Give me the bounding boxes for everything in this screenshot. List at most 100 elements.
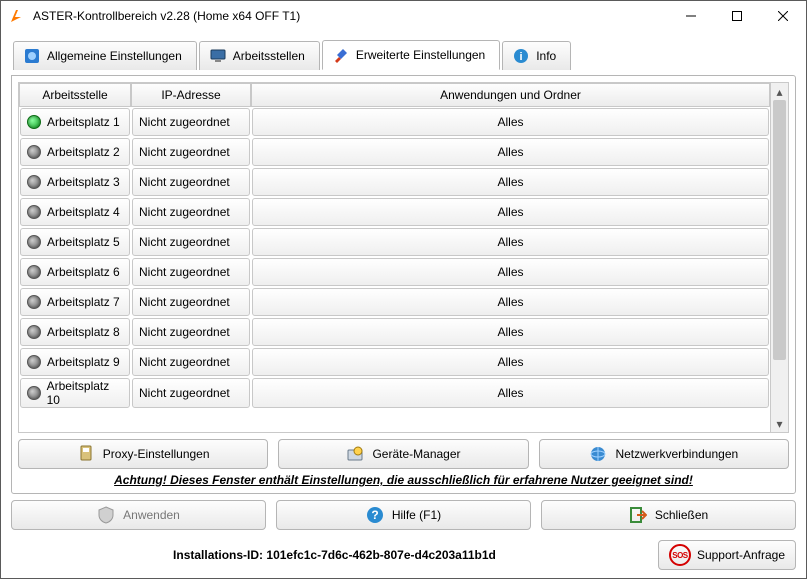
workstation-cell[interactable]: Arbeitsplatz 9 [20, 348, 130, 376]
workstation-cell[interactable]: Arbeitsplatz 6 [20, 258, 130, 286]
advanced-warning: Achtung! Dieses Fenster enthält Einstell… [18, 473, 789, 487]
ip-cell[interactable]: Nicht zugeordnet [132, 318, 250, 346]
close-app-button[interactable]: Schließen [541, 500, 796, 530]
network-icon [589, 445, 607, 463]
workstation-cell[interactable]: Arbeitsplatz 3 [20, 168, 130, 196]
apps-value: Alles [497, 205, 523, 219]
apps-value: Alles [497, 175, 523, 189]
workstation-cell[interactable]: Arbeitsplatz 2 [20, 138, 130, 166]
workstation-cell[interactable]: Arbeitsplatz 1 [20, 108, 130, 136]
column-apps[interactable]: Anwendungen und Ordner [251, 83, 770, 107]
tab-info[interactable]: i Info [502, 41, 571, 70]
status-led-icon [27, 325, 41, 339]
ip-cell[interactable]: Nicht zugeordnet [132, 378, 250, 408]
apps-value: Alles [497, 115, 523, 129]
column-ip[interactable]: IP-Adresse [131, 83, 251, 107]
ip-value: Nicht zugeordnet [139, 205, 230, 219]
ip-value: Nicht zugeordnet [139, 295, 230, 309]
workstation-name: Arbeitsplatz 7 [47, 295, 120, 309]
apps-cell[interactable]: Alles [252, 348, 769, 376]
workstation-cell[interactable]: Arbeitsplatz 5 [20, 228, 130, 256]
apps-cell[interactable]: Alles [252, 318, 769, 346]
grid-body: Arbeitsplatz 1Nicht zugeordnetAllesArbei… [19, 107, 770, 417]
footer-info-row: Installations-ID: 101efc1c-7d6c-462b-807… [11, 540, 796, 570]
workstation-cell[interactable]: Arbeitsplatz 7 [20, 288, 130, 316]
button-label: Proxy-Einstellungen [103, 447, 210, 461]
advanced-buttons-row: Proxy-Einstellungen Geräte-Manager Netzw… [18, 439, 789, 469]
scroll-track[interactable] [771, 100, 788, 415]
maximize-button[interactable] [714, 1, 760, 31]
table-row: Arbeitsplatz 7 Nicht zugeordnet Alles [19, 287, 770, 317]
apps-value: Alles [497, 386, 523, 400]
apps-value: Alles [497, 265, 523, 279]
apps-cell[interactable]: Alles [252, 378, 769, 408]
workstation-cell[interactable]: Arbeitsplatz 4 [20, 198, 130, 226]
workstation-cell[interactable]: Arbeitsplatz 10 [20, 378, 130, 408]
table-row: Arbeitsplatz 2Nicht zugeordnet Alles [19, 137, 770, 167]
apps-cell[interactable]: Alles [252, 288, 769, 316]
ip-value: Nicht zugeordnet [139, 235, 230, 249]
status-led-icon [27, 386, 41, 400]
grid-header: Arbeitsstelle IP-Adresse Anwendungen und… [19, 83, 770, 107]
workstation-cell[interactable]: Arbeitsplatz 8 [20, 318, 130, 346]
ip-cell[interactable]: Nicht zugeordnet [132, 258, 250, 286]
ip-cell[interactable]: Nicht zugeordnet [132, 348, 250, 376]
workstation-name: Arbeitsplatz 8 [47, 325, 120, 339]
vertical-scrollbar[interactable]: ▴ ▾ [770, 83, 788, 432]
apps-cell[interactable]: Alles [252, 228, 769, 256]
scroll-up-icon[interactable]: ▴ [771, 83, 788, 100]
scroll-down-icon[interactable]: ▾ [771, 415, 788, 432]
column-workstation[interactable]: Arbeitsstelle [19, 83, 131, 107]
apps-value: Alles [497, 325, 523, 339]
tab-advanced[interactable]: Erweiterte Einstellungen [322, 40, 500, 70]
apps-cell[interactable]: Alles [252, 258, 769, 286]
button-label: Support-Anfrage [697, 548, 785, 562]
close-button[interactable] [760, 1, 806, 31]
proxy-settings-button[interactable]: Proxy-Einstellungen [18, 439, 268, 469]
apps-value: Alles [497, 355, 523, 369]
minimize-button[interactable] [668, 1, 714, 31]
ip-cell[interactable]: Nicht zugeordnet [132, 108, 250, 136]
app-icon [9, 8, 25, 24]
scroll-thumb[interactable] [773, 100, 786, 360]
installation-id: Installations-ID: 101efc1c-7d6c-462b-807… [11, 548, 658, 562]
ip-cell[interactable]: Nicht zugeordnet [132, 288, 250, 316]
table-row: Arbeitsplatz 1 Nicht zugeordnet Alles [19, 107, 770, 137]
table-row: Arbeitsplatz 3 Nicht zugeordnet Alles [19, 167, 770, 197]
apps-cell[interactable]: Alles [252, 108, 769, 136]
client-area: Allgemeine Einstellungen Arbeitsstellen … [1, 31, 806, 578]
ip-value: Nicht zugeordnet [139, 175, 230, 189]
tab-workstations[interactable]: Arbeitsstellen [199, 41, 320, 70]
table-row: Arbeitsplatz 4 Nicht zugeordnet Alles [19, 197, 770, 227]
support-request-button[interactable]: SOS Support-Anfrage [658, 540, 796, 570]
ip-cell[interactable]: Nicht zugeordnet [132, 228, 250, 256]
apps-cell[interactable]: Alles [252, 168, 769, 196]
apply-button[interactable]: Anwenden [11, 500, 266, 530]
apps-cell[interactable]: Alles [252, 198, 769, 226]
status-led-icon [27, 295, 41, 309]
info-icon: i [513, 48, 529, 64]
apps-cell[interactable]: Alles [252, 138, 769, 166]
table-row: Arbeitsplatz 6 Nicht zugeordnet Alles [19, 257, 770, 287]
workstation-name: Arbeitsplatz 4 [47, 205, 120, 219]
status-led-icon [27, 145, 41, 159]
status-led-icon [27, 265, 41, 279]
device-manager-button[interactable]: Geräte-Manager [278, 439, 528, 469]
ip-value: Nicht zugeordnet [139, 115, 230, 129]
button-label: Anwenden [123, 508, 180, 522]
ip-value: Nicht zugeordnet [139, 265, 230, 279]
ip-cell[interactable]: Nicht zugeordnet [132, 138, 250, 166]
page-advanced: Arbeitsstelle IP-Adresse Anwendungen und… [11, 75, 796, 494]
table-row: Arbeitsplatz 9Nicht zugeordnet Alles [19, 347, 770, 377]
button-label: Geräte-Manager [372, 447, 460, 461]
network-connections-button[interactable]: Netzwerkverbindungen [539, 439, 789, 469]
help-button[interactable]: ? Hilfe (F1) [276, 500, 531, 530]
ip-cell[interactable]: Nicht zugeordnet [132, 168, 250, 196]
workstation-grid: Arbeitsstelle IP-Adresse Anwendungen und… [18, 82, 789, 433]
apps-value: Alles [497, 145, 523, 159]
proxy-icon [77, 445, 95, 463]
workstation-name: Arbeitsplatz 5 [47, 235, 120, 249]
status-led-icon [27, 205, 41, 219]
tab-general[interactable]: Allgemeine Einstellungen [13, 41, 197, 70]
ip-cell[interactable]: Nicht zugeordnet [132, 198, 250, 226]
